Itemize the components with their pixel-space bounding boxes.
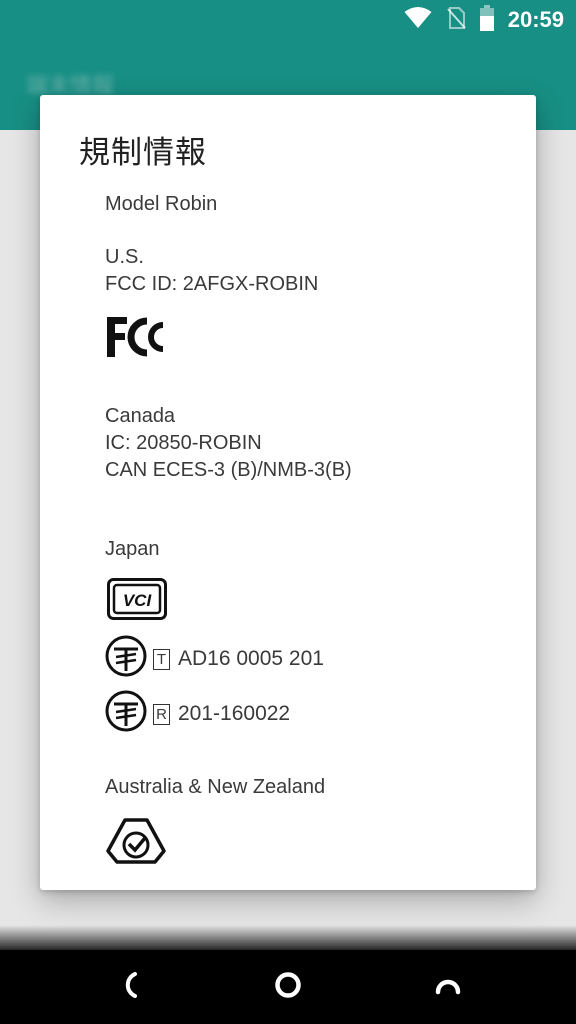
canada-section: Canada IC: 20850-ROBIN CAN ECES-3 (B)/NM… [105,403,352,484]
anz-section: Australia & New Zealand [105,774,325,801]
us-heading: U.S. [105,246,144,268]
japan-section: Japan [105,536,160,563]
fcc-id: FCC ID: 2AFGX-ROBIN [105,273,319,295]
radio-letter-box: R [153,703,170,725]
model-label: Model Robin [105,193,218,215]
status-bar: 20:59 [0,0,576,40]
ic-number: IC: 20850-ROBIN [105,432,262,454]
japan-heading: Japan [105,538,160,560]
giteki-mark-icon [105,690,147,738]
regulatory-info-dialog: 規制情報 Model Robin U.S. FCC ID: 2AFGX-ROBI… [40,95,536,890]
radio-number: 201-160022 [178,702,291,725]
telecom-number: AD16 0005 201 [178,647,324,670]
screen: 端末情報 20:59 規制情報 Model Robin U.S. FCC ID:… [0,0,576,1024]
recents-icon [433,970,463,1004]
anz-heading: Australia & New Zealand [105,776,326,798]
rcm-logo-icon [105,817,167,869]
recents-button[interactable] [423,962,473,1012]
home-button[interactable] [263,962,313,1012]
dialog-title: 規制情報 [79,135,207,171]
japan-radio-mark: R 201-160022 [105,690,290,738]
back-button[interactable] [103,962,153,1012]
home-icon [273,970,303,1004]
japan-telecom-mark: T AD16 0005 201 [105,635,324,683]
back-icon [113,970,143,1004]
vcci-logo-text: VCI [123,591,153,610]
fcc-logo-icon [105,315,167,363]
us-section: U.S. FCC ID: 2AFGX-ROBIN [105,244,318,298]
status-icons: 20:59 [404,5,564,35]
navigation-bar [0,950,576,1024]
telecom-letter-box: T [153,648,170,670]
no-sim-icon [446,6,466,34]
ces-label: CAN ECES-3 (B)/NMB-3(B) [105,459,352,481]
model-info: Model Robin [105,191,217,218]
status-time: 20:59 [507,7,564,32]
vcci-logo-icon: VCI [107,578,167,624]
giteki-mark-icon [105,635,147,683]
canada-heading: Canada [105,405,176,427]
wifi-icon [404,6,432,34]
battery-icon [479,5,494,35]
